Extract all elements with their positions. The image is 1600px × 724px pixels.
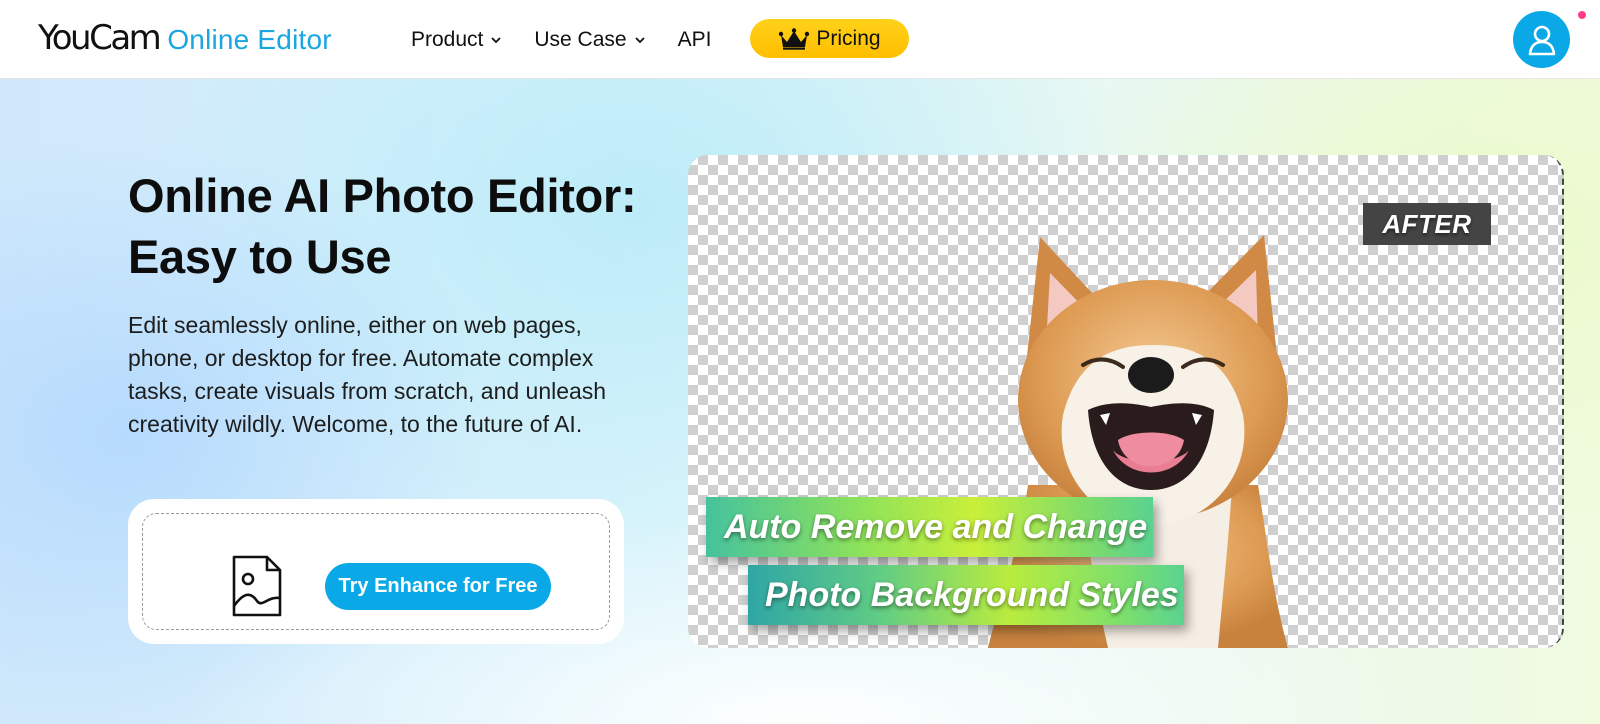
- pricing-button[interactable]: Pricing: [750, 19, 909, 58]
- hero-title: Online AI Photo Editor: Easy to Use: [128, 169, 637, 283]
- user-avatar-button[interactable]: [1513, 11, 1570, 68]
- upload-dropzone[interactable]: Try Enhance for Free: [142, 513, 610, 630]
- hero-section: Online AI Photo Editor: Easy to Use Edit…: [0, 79, 1600, 724]
- try-enhance-button[interactable]: Try Enhance for Free: [325, 563, 551, 610]
- pricing-label: Pricing: [816, 26, 881, 50]
- top-navigation-bar: YouCam Online Editor Product Use Case AP…: [0, 0, 1600, 79]
- nav-api[interactable]: API: [678, 28, 712, 52]
- caption-auto-remove: Auto Remove and Change: [706, 497, 1153, 557]
- crown-icon: [779, 27, 810, 50]
- after-badge: AFTER: [1363, 203, 1491, 245]
- user-icon: [1528, 25, 1555, 55]
- chevron-down-icon: [491, 36, 502, 43]
- nav-api-label: API: [677, 27, 712, 51]
- after-preview-image: AFTER Auto Remove and Change Photo Backg…: [688, 155, 1564, 648]
- image-file-icon: [232, 555, 282, 617]
- caption-background-styles: Photo Background Styles: [748, 565, 1184, 625]
- upload-card: Try Enhance for Free: [128, 499, 624, 644]
- nav-product[interactable]: Product: [411, 28, 502, 52]
- notification-dot: [1578, 11, 1586, 19]
- youcam-logo[interactable]: YouCam Online Editor: [38, 18, 332, 62]
- nav-use-case[interactable]: Use Case: [534, 28, 645, 52]
- nav-product-label: Product: [411, 27, 484, 51]
- hero-description: Edit seamlessly online, either on web pa…: [128, 312, 607, 437]
- logo-subtitle: Online Editor: [167, 24, 332, 55]
- main-nav: Product Use Case API: [411, 0, 743, 79]
- nav-use-case-label: Use Case: [534, 27, 627, 51]
- chevron-down-icon: [634, 36, 645, 43]
- logo-wordmark: YouCam: [38, 18, 162, 58]
